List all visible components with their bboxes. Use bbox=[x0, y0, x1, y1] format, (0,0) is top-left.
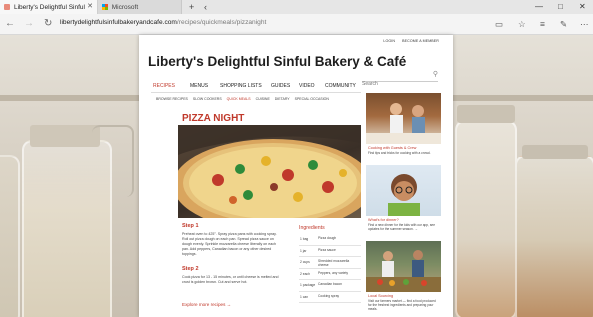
card-title: Local Sourcing bbox=[368, 294, 394, 298]
article-title: PIZZA NIGHT bbox=[182, 113, 245, 124]
new-tab-icon[interactable]: + bbox=[189, 0, 194, 14]
search-box: ⚲ bbox=[362, 70, 438, 87]
tab-microsoft[interactable]: Microsoft bbox=[98, 0, 182, 14]
nav-item-guides[interactable]: GUIDES bbox=[271, 83, 290, 89]
card-title: What's for dinner? bbox=[368, 218, 399, 222]
reading-view-icon[interactable]: ▭ bbox=[495, 14, 503, 34]
hub-icon[interactable]: ≡ bbox=[540, 14, 545, 34]
ingredient-row: 1 package Canadian bacon bbox=[299, 280, 361, 292]
ingredient-name: Pizza sauce bbox=[318, 247, 336, 252]
tab-preview-icon[interactable]: ‹ bbox=[204, 0, 207, 14]
ingredient-qty: 1 bag bbox=[300, 237, 309, 241]
ingredient-name: Pizza dough bbox=[318, 236, 337, 240]
web-note-icon[interactable]: ✎ bbox=[560, 14, 567, 34]
step-2-heading: Step 2 bbox=[182, 266, 199, 272]
address-bar: ← → ↻ libertydelightfulsinfulbakeryandca… bbox=[0, 14, 593, 35]
main-nav: RECIPES MENUS SHOPPING LISTS GUIDES VIDE… bbox=[151, 83, 361, 93]
ingredient-row: 1 can Cooking spray bbox=[299, 292, 361, 303]
jar-clasp-image bbox=[92, 125, 134, 197]
subnav-cuisine[interactable]: CUISINE bbox=[256, 97, 270, 101]
step-2-text: Cook pizza for 13 - 15 minutes, or until… bbox=[182, 275, 279, 284]
nav-item-community[interactable]: COMMUNITY bbox=[325, 83, 356, 89]
subnav-special-occasion[interactable]: SPECIAL OCCASION bbox=[295, 97, 329, 101]
card-text: Visit our farmers market — find a food p… bbox=[368, 299, 436, 311]
step-1-heading: Step 1 bbox=[182, 223, 199, 229]
favorite-star-icon[interactable]: ☆ bbox=[518, 14, 526, 34]
nav-item-recipes[interactable]: RECIPES bbox=[153, 83, 175, 89]
site-title[interactable]: Liberty's Delightful Sinful Bakery & Caf… bbox=[148, 54, 406, 69]
ingredient-name: Shredded mozzarella cheese bbox=[318, 259, 350, 267]
jar-lid-image bbox=[522, 145, 588, 159]
ingredient-qty: 1 can bbox=[300, 294, 309, 299]
card-title: Cooking with Guests & Crew bbox=[368, 146, 417, 150]
explore-more-link[interactable]: Explore more recipes → bbox=[182, 302, 231, 307]
ingredient-qty: 1 jar bbox=[300, 248, 307, 253]
login-link[interactable]: LOGIN bbox=[383, 39, 395, 43]
close-tab-icon[interactable]: ✕ bbox=[87, 2, 93, 10]
site-favicon-icon bbox=[4, 4, 10, 10]
top-links: LOGIN BECOME A MEMBER bbox=[377, 39, 439, 43]
ingredient-qty: 1 package bbox=[300, 283, 316, 287]
nav-item-menus[interactable]: MENUS bbox=[190, 83, 208, 89]
ingredient-row: 2 cups Shredded mozzarella cheese bbox=[299, 257, 361, 269]
tab-title: Microsoft bbox=[111, 3, 139, 11]
jar-lid-image bbox=[30, 125, 100, 147]
ingredient-row: 1 bag Pizza dough bbox=[299, 234, 361, 246]
subnav-dietary[interactable]: DIETARY bbox=[275, 97, 290, 101]
subnav-browse-recipes[interactable]: BROWSE RECIPES bbox=[156, 97, 188, 101]
more-icon[interactable]: ⋯ bbox=[580, 14, 589, 34]
ingredient-qty: 2 each bbox=[300, 271, 310, 276]
subnav-quick-meals[interactable]: QUICK MEALS bbox=[227, 97, 251, 101]
browser-title-bar: Liberty's Delightful Sinful ✕ Microsoft … bbox=[0, 0, 593, 14]
ingredients-heading: Ingredients bbox=[299, 225, 325, 231]
url-domain: libertydelightfulsinfulbakeryandcafe.com bbox=[60, 19, 177, 26]
child-photo-image bbox=[366, 165, 441, 216]
ingredient-qty: 2 cups bbox=[300, 260, 310, 264]
card-text: Find a new dinner for the kids with our … bbox=[368, 223, 435, 231]
nav-item-shopping-lists[interactable]: SHOPPING LISTS bbox=[220, 83, 262, 89]
ingredients-table: 1 bag Pizza dough 1 jar Pizza sauce 2 cups… bbox=[299, 234, 361, 303]
ingredient-row: 2 each Peppers, any variety bbox=[299, 269, 361, 280]
ingredient-name: Peppers, any variety bbox=[318, 270, 349, 275]
microsoft-favicon-icon bbox=[102, 4, 108, 10]
web-page: LOGIN BECOME A MEMBER Liberty's Delightf… bbox=[139, 35, 453, 317]
ingredient-name: Canadian bacon bbox=[318, 282, 343, 286]
glass-jar-image bbox=[0, 155, 20, 317]
sub-nav: BROWSE RECIPES SLOW COOKERS QUICK MEALS … bbox=[156, 97, 333, 101]
maximize-icon[interactable]: □ bbox=[558, 0, 563, 14]
card-text: Find tips and tricks for cooking with a … bbox=[368, 151, 431, 155]
url-path: /recipes/quickmeals/pizzanight bbox=[176, 19, 267, 26]
nav-item-video[interactable]: VIDEO bbox=[299, 83, 315, 89]
glass-jar-image bbox=[515, 155, 593, 317]
search-input[interactable] bbox=[362, 81, 424, 87]
search-icon[interactable]: ⚲ bbox=[433, 70, 438, 78]
ingredient-name: Cooking spray bbox=[318, 293, 340, 298]
url-field[interactable]: libertydelightfulsinfulbakeryandcafe.com… bbox=[60, 19, 266, 26]
close-window-icon[interactable]: ✕ bbox=[579, 0, 586, 14]
step-1-text: Preheat oven to 425°. Spray pizza pans w… bbox=[182, 232, 277, 256]
market-photo-image bbox=[366, 241, 441, 292]
refresh-icon[interactable]: ↻ bbox=[44, 14, 52, 34]
minimize-icon[interactable]: — bbox=[535, 0, 543, 14]
kitchen-photo-image bbox=[366, 93, 441, 144]
become-member-link[interactable]: BECOME A MEMBER bbox=[402, 39, 439, 43]
tab-liberty[interactable]: Liberty's Delightful Sinful ✕ bbox=[0, 0, 98, 14]
ingredient-row: 1 jar Pizza sauce bbox=[299, 246, 361, 257]
pizza-hero-image bbox=[178, 125, 361, 218]
forward-icon[interactable]: → bbox=[24, 14, 34, 34]
subnav-slow-cookers[interactable]: SLOW COOKERS bbox=[193, 97, 222, 101]
tab-title: Liberty's Delightful Sinful bbox=[14, 3, 85, 11]
back-icon[interactable]: ← bbox=[5, 14, 15, 34]
glass-jar-image bbox=[455, 120, 517, 317]
jar-lid-image bbox=[457, 105, 515, 123]
